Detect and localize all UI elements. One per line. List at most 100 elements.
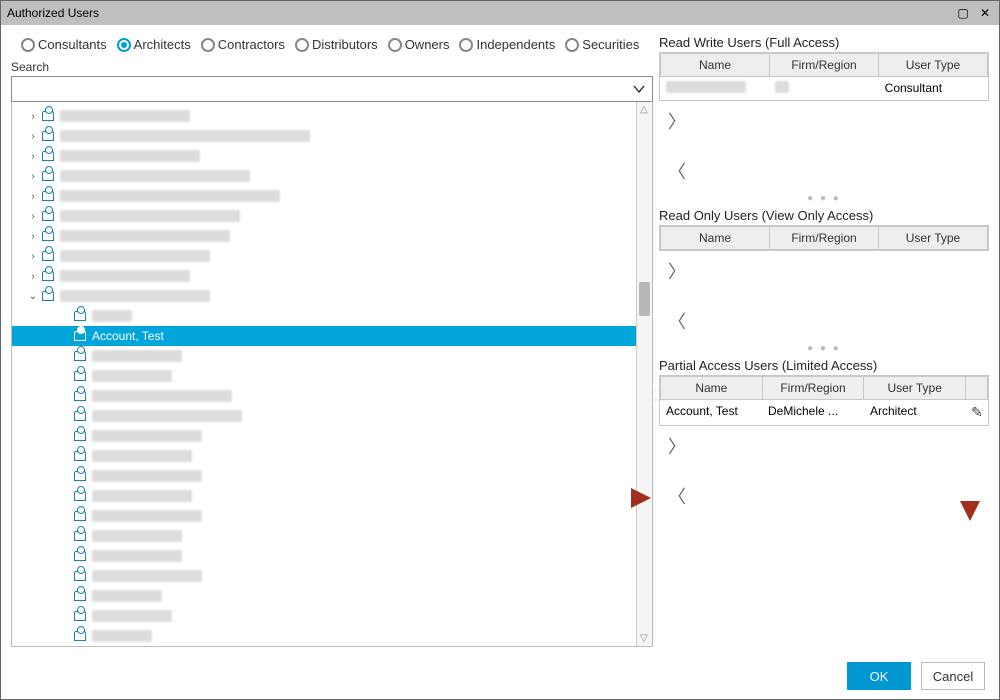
tree-user-item[interactable] <box>12 506 636 526</box>
tree-firm-item[interactable]: › <box>12 246 636 266</box>
tree-firm-item[interactable]: › <box>12 266 636 286</box>
partial-grid: NameFirm/RegionUser TypeAccount, TestDeM… <box>659 375 989 426</box>
redacted-text <box>60 110 190 122</box>
tree-user-item[interactable] <box>12 446 636 466</box>
tree-user-item[interactable] <box>12 486 636 506</box>
tree-user-item[interactable] <box>12 306 636 326</box>
add-readonly-button[interactable]: 〉 <box>665 259 689 283</box>
column-header[interactable]: Name <box>660 53 770 77</box>
table-row[interactable]: Account, TestDeMichele ...Architect✎ <box>660 400 988 425</box>
table-row[interactable]: Consultant <box>660 77 988 100</box>
tree-user-item[interactable] <box>12 526 636 546</box>
tree-firm-item[interactable]: › <box>12 226 636 246</box>
tree-item-label: Account, Test <box>92 329 164 343</box>
expander-icon[interactable]: › <box>28 251 38 262</box>
tree-user-item[interactable] <box>12 406 636 426</box>
redacted-text <box>92 350 182 362</box>
tree-user-item[interactable] <box>12 346 636 366</box>
filter-radio-independents[interactable]: Independents <box>459 37 555 52</box>
user-icon <box>42 131 54 141</box>
scrollbar[interactable] <box>636 102 652 646</box>
tree-user-item[interactable] <box>12 606 636 626</box>
column-header[interactable]: Name <box>660 226 770 250</box>
tree-firm-item[interactable]: › <box>12 206 636 226</box>
add-readwrite-button[interactable]: 〉 <box>665 109 689 133</box>
filter-radio-contractors[interactable]: Contractors <box>201 37 285 52</box>
filter-radio-distributors[interactable]: Distributors <box>295 37 378 52</box>
user-icon <box>74 551 86 561</box>
column-header[interactable]: Firm/Region <box>763 376 865 400</box>
redacted-text <box>92 510 202 522</box>
readonly-grid: NameFirm/RegionUser Type <box>659 225 989 251</box>
redacted-text <box>92 550 182 562</box>
filter-radio-owners[interactable]: Owners <box>388 37 450 52</box>
user-icon <box>42 191 54 201</box>
search-field[interactable] <box>18 81 632 98</box>
edit-icon[interactable]: ✎ <box>971 404 983 420</box>
ok-button[interactable]: OK <box>847 662 911 690</box>
expander-icon[interactable]: › <box>28 211 38 222</box>
tree-user-item[interactable] <box>12 626 636 646</box>
close-icon[interactable]: ✕ <box>977 6 993 20</box>
cancel-button[interactable]: Cancel <box>921 662 985 690</box>
tree-user-item[interactable]: Account, Test <box>12 326 636 346</box>
tree-user-item[interactable] <box>12 366 636 386</box>
user-type-filter: Consultants Architects Contractors Distribu… <box>21 37 653 52</box>
tree-firm-item[interactable]: › <box>12 146 636 166</box>
tree-user-item[interactable] <box>12 546 636 566</box>
filter-radio-securities[interactable]: Securities <box>565 37 639 52</box>
filter-radio-architects[interactable]: Architects <box>117 37 191 52</box>
tree-firm-item[interactable]: › <box>12 106 636 126</box>
maximize-icon[interactable]: ▢ <box>955 6 971 20</box>
remove-partial-button[interactable]: 〈 <box>665 484 689 508</box>
tree-user-item[interactable] <box>12 386 636 406</box>
user-icon <box>42 111 54 121</box>
tree-user-item[interactable] <box>12 566 636 586</box>
chevron-down-icon[interactable] <box>632 82 646 96</box>
tree-firm-item[interactable]: › <box>12 166 636 186</box>
redacted-text <box>92 370 172 382</box>
tree-user-item[interactable] <box>12 586 636 606</box>
redacted-text <box>92 570 202 582</box>
scroll-thumb[interactable] <box>639 282 650 316</box>
remove-readonly-button[interactable]: 〈 <box>665 309 689 333</box>
column-header[interactable]: User Type <box>879 53 988 77</box>
expander-icon[interactable]: › <box>28 131 38 142</box>
column-header[interactable]: User Type <box>879 226 988 250</box>
tree-firm-item[interactable]: › <box>12 126 636 146</box>
expander-icon[interactable]: ⌄ <box>28 291 38 302</box>
user-icon <box>74 611 86 621</box>
redacted-text <box>666 81 746 93</box>
column-header[interactable] <box>966 376 988 400</box>
add-partial-button[interactable]: 〉 <box>665 434 689 458</box>
column-header[interactable]: Name <box>660 376 763 400</box>
column-header[interactable]: Firm/Region <box>770 226 879 250</box>
redacted-text <box>60 150 200 162</box>
redacted-text <box>92 530 182 542</box>
filter-radio-consultants[interactable]: Consultants <box>21 37 107 52</box>
user-tree: ›››››››››⌄Account, Test›› <box>11 102 653 647</box>
cell-name: Account, Test <box>660 400 762 425</box>
tree-firm-item[interactable]: › <box>12 186 636 206</box>
column-header[interactable]: User Type <box>864 376 966 400</box>
expander-icon[interactable]: › <box>28 171 38 182</box>
tree-firm-item[interactable]: ⌄ <box>12 286 636 306</box>
column-header[interactable]: Firm/Region <box>770 53 879 77</box>
remove-readwrite-button[interactable]: 〈 <box>665 159 689 183</box>
user-icon <box>42 151 54 161</box>
user-icon <box>74 511 86 521</box>
expander-icon[interactable]: › <box>28 151 38 162</box>
tree-user-item[interactable] <box>12 466 636 486</box>
redacted-text <box>92 590 162 602</box>
tree-user-item[interactable] <box>12 426 636 446</box>
expander-icon[interactable]: › <box>28 191 38 202</box>
search-input[interactable] <box>11 76 653 102</box>
redacted-text <box>92 470 202 482</box>
redacted-text <box>92 610 172 622</box>
panel-divider: ● ● ● <box>659 343 989 354</box>
expander-icon[interactable]: › <box>28 231 38 242</box>
user-icon <box>42 291 54 301</box>
expander-icon[interactable]: › <box>28 111 38 122</box>
splitter-grip[interactable]: ⋮⋮ <box>653 385 664 405</box>
expander-icon[interactable]: › <box>28 271 38 282</box>
